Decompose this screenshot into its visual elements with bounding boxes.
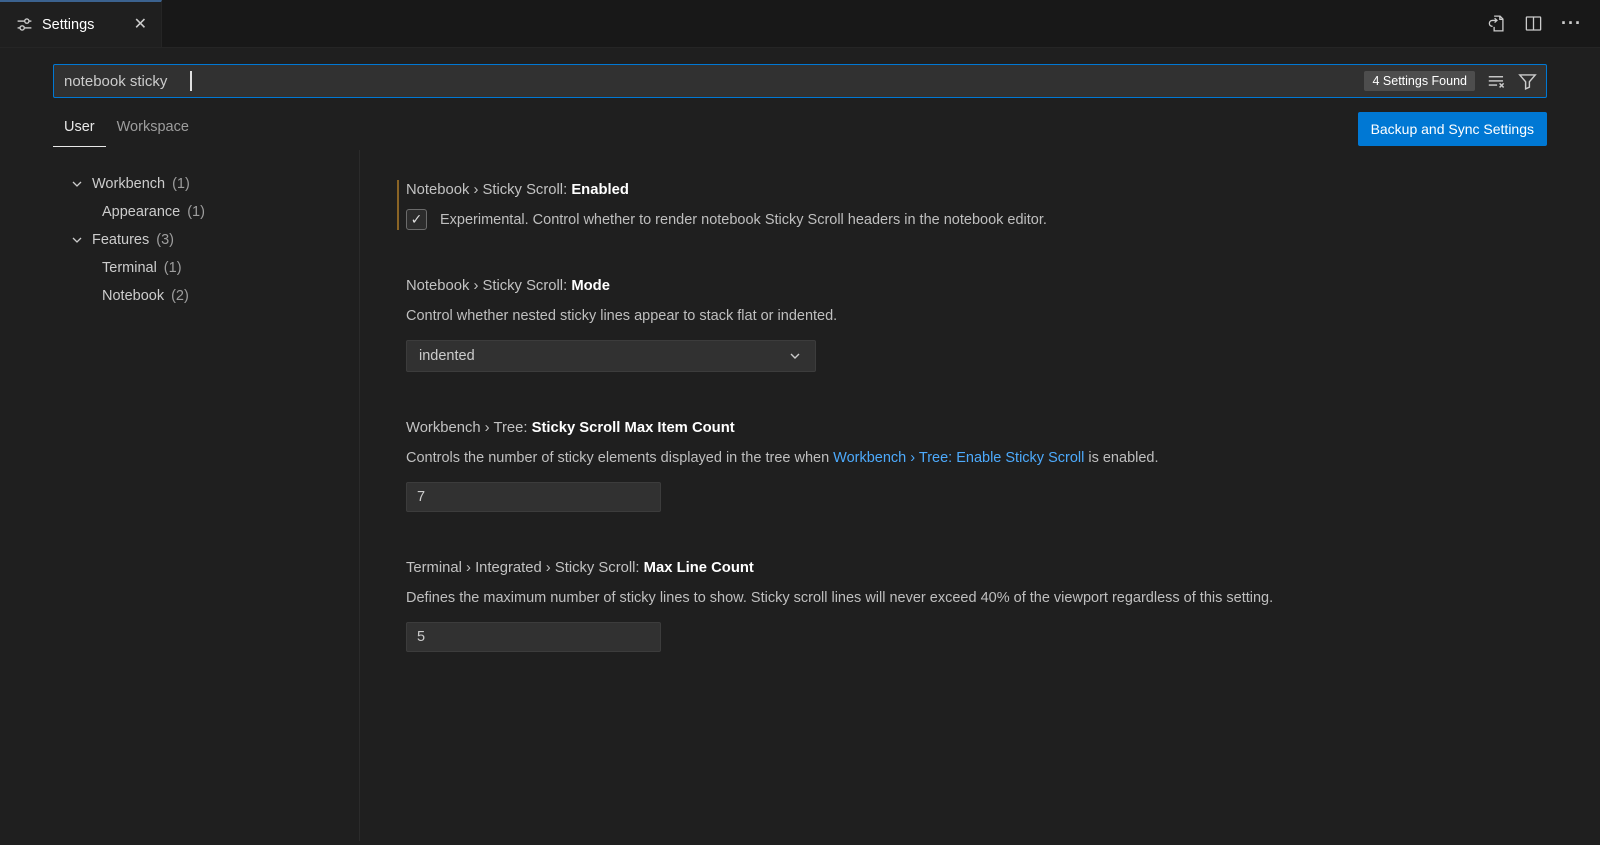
setting-terminal-sticky-scroll-max-line-count: Terminal › Integrated › Sticky Scroll: M… (397, 558, 1560, 652)
tab-settings[interactable]: Settings ✕ (0, 0, 162, 47)
max-item-count-input[interactable] (406, 482, 661, 512)
settings-count-badge: 4 Settings Found (1364, 71, 1475, 91)
mode-select-dropdown[interactable]: indented (406, 340, 816, 372)
split-editor-icon[interactable] (1524, 14, 1543, 33)
setting-tree-sticky-scroll-max-item-count: Workbench › Tree: Sticky Scroll Max Item… (397, 418, 1560, 512)
settings-sliders-icon (16, 16, 33, 33)
checkbox-checked[interactable]: ✓ (406, 209, 427, 230)
tab-user[interactable]: User (53, 111, 106, 147)
settings-search-box[interactable]: 4 Settings Found (53, 64, 1547, 98)
setting-notebook-sticky-scroll-mode: Notebook › Sticky Scroll: Mode Control w… (397, 276, 1560, 372)
setting-description: Defines the maximum number of sticky lin… (406, 588, 1560, 608)
clear-settings-search-icon[interactable] (1487, 72, 1506, 91)
filter-settings-icon[interactable] (1518, 72, 1537, 91)
setting-description: Controls the number of sticky elements d… (406, 448, 1560, 468)
settings-search-container: 4 Settings Found (0, 48, 1600, 98)
close-tab-icon[interactable]: ✕ (130, 15, 151, 35)
setting-title: Notebook › Sticky Scroll: Enabled (406, 180, 1560, 200)
backup-and-sync-settings-button[interactable]: Backup and Sync Settings (1358, 112, 1547, 146)
toc-item-workbench[interactable]: Workbench (1) (0, 170, 359, 198)
setting-notebook-sticky-scroll-enabled: Notebook › Sticky Scroll: Enabled ✓ Expe… (397, 180, 1560, 230)
more-actions-icon[interactable]: ··· (1561, 19, 1582, 28)
editor-actions: ··· (1487, 0, 1600, 47)
setting-title: Terminal › Integrated › Sticky Scroll: M… (406, 558, 1560, 578)
enable-sticky-scroll-link[interactable]: Workbench › Tree: Enable Sticky Scroll (833, 450, 1084, 466)
chevron-down-icon (787, 348, 803, 364)
chevron-down-icon[interactable] (69, 176, 85, 192)
scope-tabs-row: User Workspace Backup and Sync Settings (0, 98, 1600, 150)
toc-item-appearance[interactable]: Appearance (1) (0, 198, 359, 226)
toc-item-terminal[interactable]: Terminal (1) (0, 254, 359, 282)
tab-title: Settings (42, 17, 94, 33)
toc-item-notebook[interactable]: Notebook (2) (0, 282, 359, 310)
setting-description: Control whether nested sticky lines appe… (406, 306, 1560, 326)
setting-title: Workbench › Tree: Sticky Scroll Max Item… (406, 418, 1560, 438)
chevron-down-icon[interactable] (69, 232, 85, 248)
settings-list: Notebook › Sticky Scroll: Enabled ✓ Expe… (360, 150, 1600, 841)
settings-body: Workbench (1) Appearance (1) Features (3… (0, 150, 1600, 841)
setting-description: Experimental. Control whether to render … (440, 210, 1047, 230)
settings-toc: Workbench (1) Appearance (1) Features (3… (0, 150, 360, 841)
editor-tab-bar: Settings ✕ ··· (0, 0, 1600, 48)
max-line-count-input[interactable] (406, 622, 661, 652)
settings-search-input[interactable] (64, 73, 1364, 90)
toc-item-features[interactable]: Features (3) (0, 226, 359, 254)
text-caret (190, 71, 192, 91)
open-settings-json-icon[interactable] (1487, 14, 1506, 33)
setting-title: Notebook › Sticky Scroll: Mode (406, 276, 1560, 296)
tab-workspace[interactable]: Workspace (106, 111, 200, 147)
